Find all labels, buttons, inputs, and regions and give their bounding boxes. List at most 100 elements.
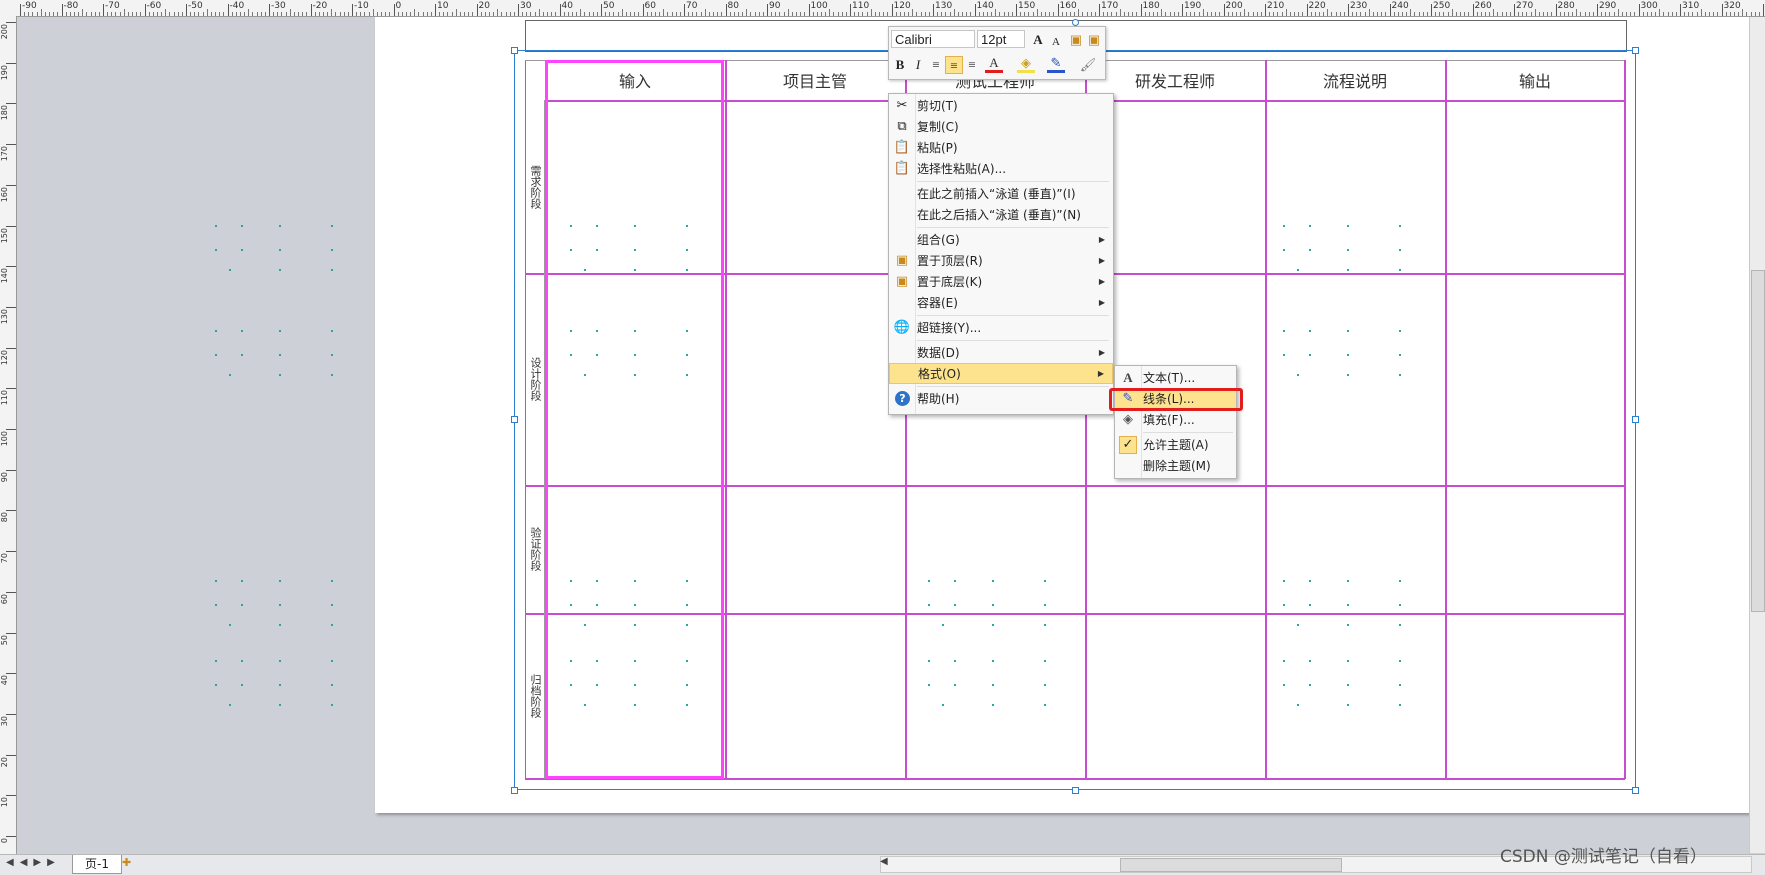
ruler-tick: [6, 795, 16, 797]
checkmark-icon: ✓: [1119, 435, 1137, 454]
align-center-icon[interactable]: ≡: [945, 56, 963, 74]
ruler-tick: [771, 12, 773, 16]
font-color-button[interactable]: A: [985, 56, 1003, 73]
ruler-tick: [1534, 9, 1536, 16]
connection-point-dot: [992, 660, 994, 662]
align-right-icon[interactable]: ≡: [963, 56, 981, 74]
ruler-tick: [32, 12, 34, 16]
ruler-tick: [136, 12, 138, 16]
menu-item-paste-special[interactable]: 📋 选择性粘贴(A)...: [889, 158, 1113, 179]
menu-item-bring-to-front[interactable]: ▣ 置于顶层(R) ▶: [889, 250, 1113, 271]
grow-font-button[interactable]: A: [1029, 31, 1047, 49]
menu-item-hyperlink[interactable]: 🌐 超链接(Y)...: [889, 317, 1113, 338]
resize-handle-top-right[interactable]: [1632, 47, 1639, 54]
vertical-scroll-thumb[interactable]: [1751, 270, 1765, 612]
ruler-tick: [617, 12, 619, 16]
ruler-tick: [1107, 12, 1109, 16]
menu-item-copy[interactable]: ⧉ 复制(C): [889, 116, 1113, 137]
menu-item-container[interactable]: 容器(E) ▶: [889, 292, 1113, 313]
menu-item-group[interactable]: 组合(G) ▶: [889, 229, 1113, 250]
menu-item-paste[interactable]: 📋 粘贴(P): [889, 137, 1113, 158]
menu-separator: [917, 340, 1109, 341]
resize-handle-bottom-left[interactable]: [511, 787, 518, 794]
ruler-tick: [148, 12, 150, 16]
font-size-field[interactable]: 12pt: [977, 30, 1025, 48]
ruler-tick: [1397, 12, 1399, 16]
resize-handle-left[interactable]: [511, 416, 518, 423]
resize-handle-bottom[interactable]: [1072, 787, 1079, 794]
font-name-field[interactable]: Calibri: [891, 30, 975, 48]
ruler-tick: [322, 12, 324, 16]
connection-point-dot: [634, 225, 636, 227]
ruler-tick: [605, 12, 607, 16]
connection-point-dot: [1044, 684, 1046, 686]
menu-item-cut[interactable]: ✂ 剪切(T): [889, 95, 1113, 116]
menu-item-label: 超链接(Y)...: [917, 321, 982, 335]
rotation-handle[interactable]: [1072, 19, 1079, 26]
menu-item-help[interactable]: ? 帮助(H): [889, 388, 1113, 409]
connection-point-dot: [992, 704, 994, 706]
submenu-item-allow-theme[interactable]: ✓ 允许主题(A): [1115, 434, 1236, 455]
page-tab[interactable]: 页-1: [72, 855, 122, 874]
ruler-tick: [156, 12, 158, 16]
ruler-tick: [571, 12, 573, 16]
connection-point-dot: [1347, 580, 1349, 582]
menu-item-send-to-back[interactable]: ▣ 置于底层(K) ▶: [889, 271, 1113, 292]
format-brush-icon[interactable]: 🖌: [1079, 56, 1097, 74]
connection-point-dot: [1347, 684, 1349, 686]
italic-button[interactable]: I: [909, 56, 927, 74]
horizontal-scroll-thumb[interactable]: [1120, 858, 1342, 872]
menu-item-data[interactable]: 数据(D) ▶: [889, 342, 1113, 363]
fill-color-icon[interactable]: ◈: [1017, 56, 1035, 73]
shrink-font-button[interactable]: A: [1047, 33, 1065, 51]
page-nav-arrows-icon[interactable]: ◀◀▶▶: [6, 857, 61, 868]
menu-item-label: 填充(F)...: [1143, 413, 1195, 427]
ruler-label: 150: [0, 227, 9, 243]
ruler-label: 20: [478, 1, 490, 11]
ruler-tick: [1626, 12, 1628, 16]
ruler-tick: [1680, 4, 1681, 16]
resize-handle-bottom-right[interactable]: [1632, 787, 1639, 794]
ruler-tick: [879, 12, 881, 16]
scroll-left-arrow-icon[interactable]: ◀: [880, 856, 888, 867]
ruler-tick: [439, 12, 441, 16]
bold-button[interactable]: B: [891, 56, 909, 74]
ruler-tick: [472, 12, 474, 16]
submenu-arrow-icon: ▶: [1098, 235, 1105, 244]
align-left-icon[interactable]: ≡: [927, 56, 945, 74]
resize-handle-top-left[interactable]: [511, 47, 518, 54]
ruler-tick: [285, 12, 287, 16]
copy-format-icon[interactable]: ▣: [1085, 31, 1103, 49]
submenu-item-remove-theme[interactable]: 删除主题(M): [1115, 455, 1236, 476]
ruler-label: 310: [1682, 1, 1700, 11]
ruler-tick: [1356, 12, 1358, 16]
line-color-icon[interactable]: ✎: [1047, 56, 1065, 73]
connection-point-dot: [241, 354, 243, 356]
menu-item-insert-lane-after[interactable]: 在此之后插入“泳道 (垂直)”(N): [889, 204, 1113, 225]
ruler-tick: [1094, 12, 1096, 16]
resize-handle-right[interactable]: [1632, 416, 1639, 423]
submenu-arrow-icon: ▶: [1098, 298, 1105, 307]
ruler-tick: [493, 12, 495, 16]
ruler-tick: [140, 12, 142, 16]
submenu-item-fill[interactable]: ◈ 填充(F)...: [1115, 409, 1236, 430]
ruler-tick: [1265, 4, 1266, 16]
ruler-tick: [1298, 12, 1300, 16]
menu-item-insert-lane-before[interactable]: 在此之前插入“泳道 (垂直)”(I): [889, 183, 1113, 204]
insert-page-icon[interactable]: ✚: [122, 856, 138, 870]
ruler-label: 290: [1599, 1, 1617, 11]
menu-item-label: 选择性粘贴(A)...: [917, 162, 1007, 176]
menu-separator: [1143, 432, 1233, 433]
ruler-tick: [501, 12, 503, 16]
ruler-tick: [953, 9, 955, 16]
ruler-tick: [6, 591, 16, 593]
ruler-tick: [1140, 4, 1142, 16]
ruler-tick: [339, 12, 341, 16]
format-painter-icon[interactable]: ▣: [1067, 31, 1085, 49]
menu-item-format[interactable]: 格式(O) ▶: [889, 363, 1113, 384]
ruler-tick: [277, 12, 279, 16]
ruler-tick: [6, 754, 16, 756]
submenu-item-text[interactable]: A 文本(T)...: [1115, 367, 1236, 388]
ruler-label: 110: [0, 390, 9, 406]
ruler-tick: [825, 12, 827, 16]
